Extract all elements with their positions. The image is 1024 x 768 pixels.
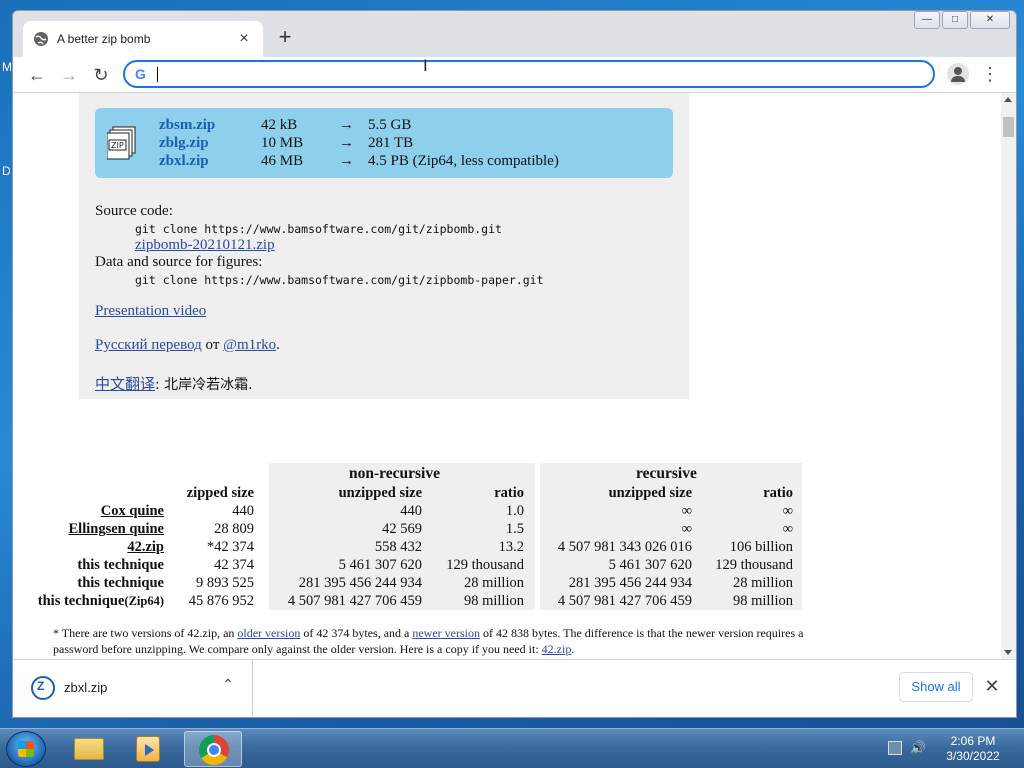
unzipped-size: 4.5 PB (Zip64, less compatible) bbox=[368, 153, 559, 169]
clock[interactable]: 2:06 PM 3/30/2022 bbox=[938, 734, 1008, 764]
russian-author-link[interactable]: @m1rko bbox=[223, 337, 276, 353]
mouse-ibeam-cursor-icon: I bbox=[423, 56, 428, 75]
chinese-translation-line: 中文翻译: 北岸冷若冰霜. bbox=[95, 373, 253, 394]
zip-file-icon: ZIP bbox=[107, 126, 136, 160]
download-links-box: ZIP zbsm.zip 42 kB → 5.5 GB zblg.zip 10 … bbox=[95, 108, 673, 178]
r-ratio-cell: 106 billion bbox=[729, 539, 793, 555]
footnote-text: * There are two versions of 42.zip, an bbox=[53, 626, 238, 640]
data-git-command: git clone https://www.bamsoftware.com/gi… bbox=[135, 273, 544, 287]
page-content: ZIP zbsm.zip 42 kB → 5.5 GB zblg.zip 10 … bbox=[13, 93, 1016, 659]
scroll-thumb[interactable] bbox=[1003, 117, 1014, 137]
zip-file-icon bbox=[31, 676, 55, 700]
tab-title: A better zip bomb bbox=[57, 32, 151, 46]
close-shelf-icon[interactable]: ✕ bbox=[983, 676, 1001, 697]
presentation-video-link[interactable]: Presentation video bbox=[95, 303, 206, 320]
r-ratio-cell: 28 million bbox=[732, 575, 793, 591]
taskbar-media-player[interactable] bbox=[120, 731, 178, 767]
system-tray: 🔊 bbox=[888, 741, 928, 757]
download-shelf: zbxl.zip ⌃ Show all ✕ bbox=[13, 659, 1016, 717]
r-ratio-cell: 129 thousand bbox=[715, 557, 793, 573]
footnote: * There are two versions of 42.zip, an o… bbox=[53, 625, 813, 657]
r-ratio-cell: ∞ bbox=[782, 521, 793, 537]
chinese-translator: : 北岸冷若冰霜. bbox=[155, 377, 253, 393]
more-menu-icon[interactable]: ⋮ bbox=[981, 63, 999, 85]
volume-icon[interactable]: 🔊 bbox=[910, 741, 926, 756]
newer-version-link[interactable]: newer version bbox=[412, 626, 480, 640]
russian-from: от bbox=[201, 337, 224, 353]
footnote-text: of 42 374 bytes, and a bbox=[300, 626, 413, 640]
tab-close-icon[interactable]: × bbox=[235, 30, 253, 48]
russian-translation-line: Русский перевод от @m1rko. bbox=[95, 337, 280, 354]
minimize-button[interactable]: — bbox=[914, 11, 940, 29]
arrow-icon: → bbox=[339, 135, 354, 151]
clock-time: 2:06 PM bbox=[950, 734, 996, 748]
download-size: 46 MB bbox=[261, 153, 304, 169]
google-icon: G bbox=[135, 66, 146, 82]
text-caret bbox=[157, 67, 158, 82]
42zip-copy-link[interactable]: 42.zip bbox=[542, 642, 572, 656]
data-source-label: Data and source for figures: bbox=[95, 254, 263, 270]
group-header-non-recursive: non-recursive bbox=[349, 465, 440, 482]
window-controls: — □ ✕ bbox=[914, 11, 1010, 29]
taskbar: 🔊 2:06 PM 3/30/2022 bbox=[0, 728, 1024, 768]
taskbar-chrome[interactable] bbox=[184, 731, 242, 767]
download-filename: zbxl.zip bbox=[64, 680, 108, 695]
download-link-zbxl[interactable]: zbxl.zip bbox=[159, 153, 259, 170]
source-git-command: git clone https://www.bamsoftware.com/gi… bbox=[135, 222, 502, 236]
column-header: ratio bbox=[763, 485, 793, 501]
maximize-button[interactable]: □ bbox=[942, 11, 968, 29]
source-code-label: Source code: bbox=[95, 203, 173, 219]
chevron-up-icon[interactable]: ⌃ bbox=[220, 676, 236, 693]
address-bar[interactable]: G I bbox=[123, 56, 935, 88]
group-header-recursive: recursive bbox=[636, 465, 697, 482]
svg-text:ZIP: ZIP bbox=[111, 141, 124, 150]
r-ratio-cell: 98 million bbox=[732, 593, 793, 609]
arrow-icon: → bbox=[339, 117, 354, 133]
network-icon[interactable] bbox=[888, 741, 902, 755]
download-item[interactable]: zbxl.zip ⌃ bbox=[13, 660, 253, 717]
start-button[interactable] bbox=[6, 731, 46, 767]
profile-avatar-icon[interactable] bbox=[947, 63, 969, 85]
scroll-up-arrow-icon[interactable] bbox=[1004, 97, 1012, 102]
browser-toolbar: ← → ↻ G I ⋮ bbox=[13, 56, 1016, 93]
forward-arrow-icon[interactable]: → bbox=[57, 63, 81, 87]
russian-end: . bbox=[276, 337, 280, 353]
download-size: 10 MB bbox=[261, 135, 304, 151]
source-zip-link[interactable]: zipbomb-20210121.zip bbox=[135, 237, 275, 254]
scroll-down-arrow-icon[interactable] bbox=[1004, 650, 1012, 655]
tab-a-better-zip-bomb[interactable]: A better zip bomb × bbox=[23, 21, 263, 57]
address-input[interactable] bbox=[161, 64, 921, 84]
chinese-translation-link[interactable]: 中文翻译 bbox=[95, 377, 155, 393]
clock-date: 3/30/2022 bbox=[946, 749, 1000, 763]
desktop-icon-label: M bbox=[2, 60, 12, 74]
unzipped-size: 5.5 GB bbox=[368, 117, 412, 133]
folder-icon bbox=[74, 738, 104, 760]
russian-translation-link[interactable]: Русский перевод bbox=[95, 337, 202, 353]
tab-strip: A better zip bomb × + — □ ✕ bbox=[13, 11, 1016, 57]
new-tab-button[interactable]: + bbox=[274, 26, 296, 49]
vertical-scrollbar[interactable] bbox=[1001, 93, 1016, 659]
footnote-text: . bbox=[571, 642, 575, 656]
back-arrow-icon[interactable]: ← bbox=[25, 63, 49, 87]
taskbar-explorer[interactable] bbox=[60, 731, 118, 767]
unzipped-size: 281 TB bbox=[368, 135, 414, 151]
globe-icon bbox=[34, 32, 48, 46]
media-player-icon bbox=[136, 736, 160, 762]
browser-window: A better zip bomb × + — □ ✕ ← → ↻ G I ⋮ bbox=[12, 10, 1017, 718]
download-size: 42 kB bbox=[261, 117, 298, 133]
close-window-button[interactable]: ✕ bbox=[970, 11, 1010, 29]
older-version-link[interactable]: older version bbox=[237, 626, 300, 640]
chrome-icon bbox=[199, 735, 229, 765]
desktop-icon-label: D bbox=[2, 164, 11, 178]
download-link-zblg[interactable]: zblg.zip bbox=[159, 135, 259, 152]
r-ratio-cell: ∞ bbox=[782, 503, 793, 519]
arrow-icon: → bbox=[339, 153, 354, 169]
reload-icon[interactable]: ↻ bbox=[89, 63, 113, 87]
show-all-button[interactable]: Show all bbox=[899, 672, 973, 702]
download-link-zbsm[interactable]: zbsm.zip bbox=[159, 117, 259, 134]
